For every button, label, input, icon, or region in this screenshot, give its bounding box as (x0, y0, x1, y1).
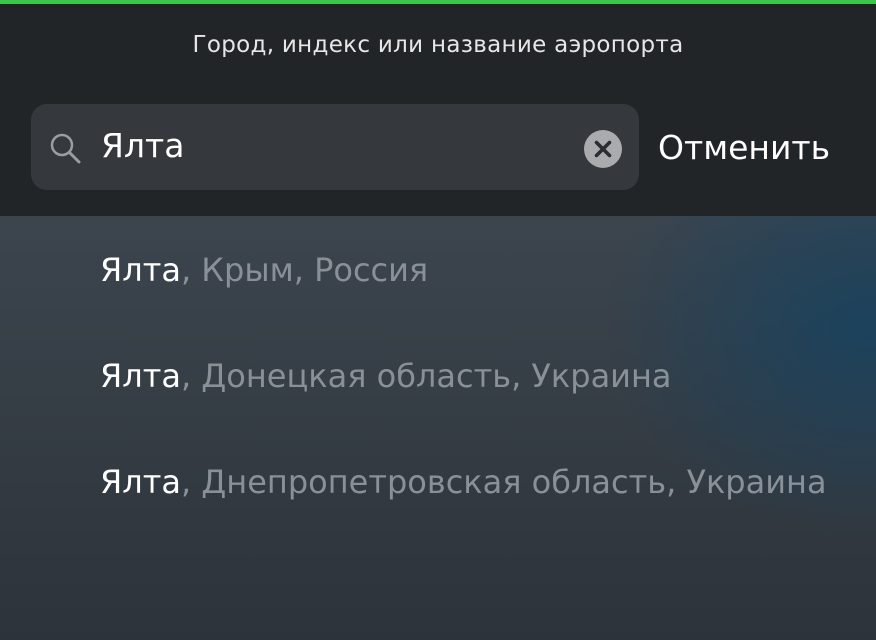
clear-search-button[interactable] (584, 130, 622, 168)
search-input[interactable]: Ялта (101, 126, 184, 165)
result-region: , Донецкая область, Украина (180, 357, 672, 395)
cancel-button[interactable]: Отменить (658, 128, 830, 167)
result-city: Ялта (100, 357, 181, 395)
result-city: Ялта (100, 463, 181, 501)
search-result-item[interactable]: Ялта, Донецкая область, Украина (100, 346, 876, 406)
search-icon (49, 132, 83, 166)
clear-icon (594, 140, 612, 158)
search-results-list: Ялта, Крым, Россия Ялта, Донецкая област… (0, 216, 876, 640)
search-prompt: Город, индекс или название аэропорта (192, 32, 684, 58)
result-region: , Днепропетровская область, Украина (180, 463, 827, 501)
result-city: Ялта (100, 251, 181, 289)
search-field[interactable]: Ялта (31, 104, 639, 190)
search-result-item[interactable]: Ялта, Крым, Россия (100, 240, 876, 300)
result-region: , Крым, Россия (180, 251, 429, 289)
search-result-item[interactable]: Ялта, Днепропетровская область, Украина (100, 452, 876, 512)
